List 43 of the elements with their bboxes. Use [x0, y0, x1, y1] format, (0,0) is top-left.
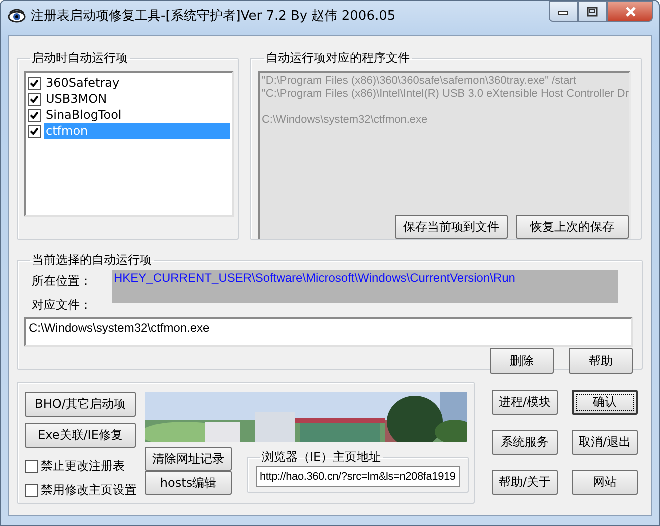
button[interactable]: 取消/退出: [572, 430, 638, 455]
button[interactable]: 恢复上次的保存: [516, 215, 629, 239]
button[interactable]: 系统服务: [492, 430, 558, 455]
location-label: 所在位置：: [32, 273, 93, 290]
button[interactable]: Exe关联/IE修复: [25, 423, 136, 448]
checkbox[interactable]: [25, 460, 38, 472]
checkbox[interactable]: [28, 124, 41, 138]
window-title: 注册表启动项修复工具-[系统守护者]Ver 7.2 By 赵伟 2006.05: [31, 8, 397, 25]
group-title: 自动运行项对应的程序文件: [264, 50, 411, 67]
button[interactable]: 帮助/关于: [492, 470, 558, 495]
button[interactable]: 清除网址记录: [145, 447, 232, 471]
list-item[interactable]: USB3MON: [44, 91, 230, 107]
button[interactable]: 网站: [572, 470, 638, 495]
maximize-button[interactable]: [578, 1, 607, 22]
checkbox[interactable]: [25, 484, 38, 496]
minimize-button[interactable]: [549, 1, 578, 22]
button[interactable]: 确认: [572, 390, 638, 415]
checkbox[interactable]: [28, 76, 41, 90]
file-field[interactable]: C:\Windows\system32\ctfmon.exe: [24, 317, 633, 347]
close-icon: [624, 6, 636, 16]
list-item[interactable]: 360Safetray: [44, 75, 230, 91]
checkbox-label: 禁用修改主页设置: [41, 482, 137, 498]
maximize-icon: [587, 6, 598, 16]
close-button[interactable]: [607, 1, 653, 22]
file-label: 对应文件：: [32, 297, 93, 314]
url-field[interactable]: http://hao.360.cn/?src=lm&ls=n208fa1919: [256, 466, 460, 487]
checkbox-label: 禁止更改注册表: [41, 458, 125, 474]
checkbox[interactable]: [28, 92, 41, 106]
startup-list[interactable]: 360Safetray USB3MON SinaBlogTool ctfmon: [24, 71, 234, 217]
group-title: 当前选择的自动运行项: [31, 252, 153, 269]
list-item[interactable]: SinaBlogTool: [44, 107, 230, 123]
button[interactable]: 保存当前项到文件: [395, 215, 508, 239]
button[interactable]: 进程/模块: [492, 390, 558, 415]
button[interactable]: 帮助: [569, 348, 633, 374]
checkbox[interactable]: [28, 108, 41, 122]
location-field: HKEY_CURRENT_USER\Software\Microsoft\Windows\CurrentVersion\Run: [112, 270, 618, 303]
button[interactable]: hosts编辑: [145, 471, 232, 495]
button[interactable]: BHO/其它启动项: [25, 392, 136, 417]
program-files-text: "D:\Program Files (x86)\360\360safe\safemon\360tray.exe" /start "C:\Program Files (x86)\Intel\Intel(R) USB 3.0 eXtensible Host Controller Dr C:\Windows\system32\ctfmon.exe: [260, 74, 629, 127]
eye-icon: [8, 8, 26, 24]
button[interactable]: 删除: [490, 348, 554, 374]
group-title: 浏览器（IE）主页地址: [261, 449, 382, 466]
group-title: 启动时自动运行项: [31, 50, 129, 67]
